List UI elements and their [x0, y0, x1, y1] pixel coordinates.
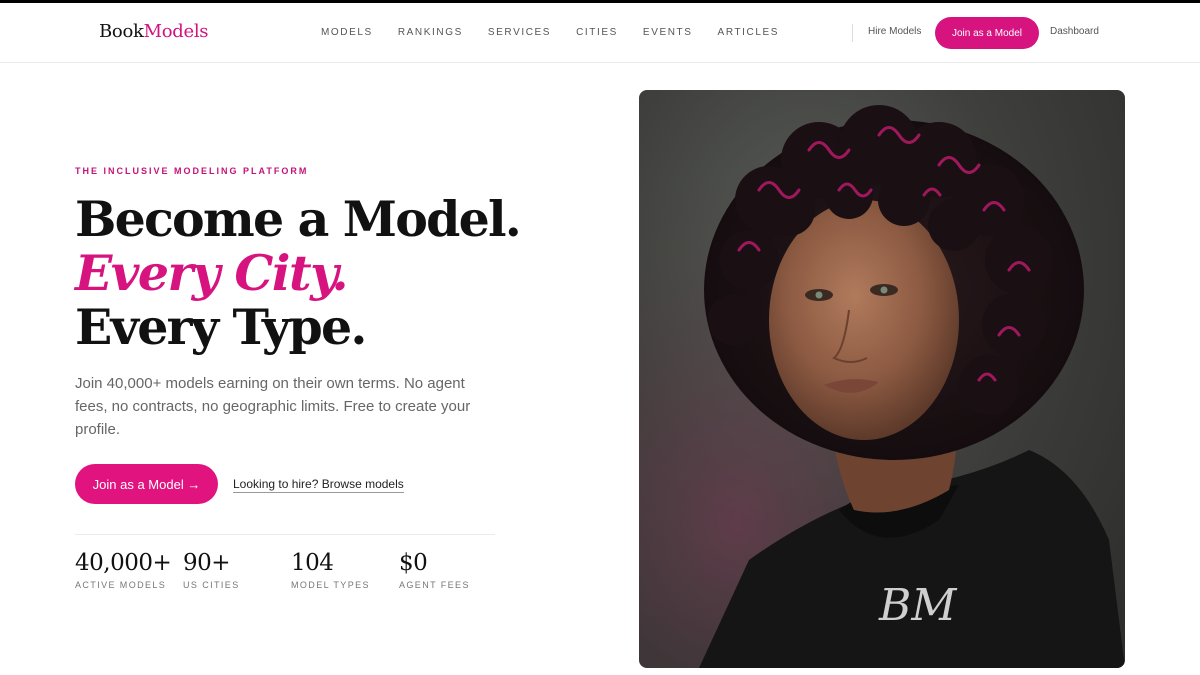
- stat-value: 104: [291, 550, 334, 576]
- join-as-model-button[interactable]: Join as a Model →: [75, 464, 218, 504]
- brand-name-part2: Models: [143, 21, 209, 42]
- stat-active-models: 40,000+ ACTIVE MODELS: [75, 550, 172, 590]
- hire-models-link[interactable]: Hire Models: [868, 26, 921, 37]
- stats-divider: [75, 534, 495, 535]
- stat-value: 40,000+: [75, 550, 172, 576]
- hero-model-photo: BM: [639, 90, 1125, 668]
- hero-eyebrow: THE INCLUSIVE MODELING PLATFORM: [75, 166, 309, 176]
- hero-description: Join 40,000+ models earning on their own…: [75, 375, 471, 438]
- brand-logo[interactable]: BookModels: [99, 21, 209, 42]
- stat-value: 90+: [183, 550, 231, 576]
- nav-divider: [852, 24, 853, 42]
- main-menu: MODELS RANKINGS SERVICES CITIES EVENTS A…: [321, 27, 804, 38]
- headline-line-2: Every City.: [75, 244, 349, 302]
- headline-line-1: Become a Model.: [75, 190, 522, 248]
- nav-link-cities[interactable]: CITIES: [576, 27, 618, 38]
- nav-link-rankings[interactable]: RANKINGS: [398, 27, 463, 38]
- dashboard-link[interactable]: Dashboard: [1050, 26, 1099, 37]
- brand-name-part1: Book: [99, 21, 144, 42]
- stat-us-cities: 90+ US CITIES: [183, 550, 240, 590]
- stat-label: US CITIES: [183, 580, 240, 590]
- stat-label: MODEL TYPES: [291, 580, 370, 590]
- stat-label: ACTIVE MODELS: [75, 580, 167, 590]
- nav-link-models[interactable]: MODELS: [321, 27, 373, 38]
- hero-headline: Become a Model. Every City. Every Type.: [75, 190, 522, 356]
- shirt-bm-logo: BM: [878, 580, 957, 631]
- headline-line-3: Every Type.: [75, 298, 367, 356]
- stat-model-types: 104 MODEL TYPES: [291, 550, 370, 590]
- browse-models-link[interactable]: Looking to hire? Browse models: [233, 477, 404, 493]
- nav-link-events[interactable]: EVENTS: [643, 27, 693, 38]
- top-navigation: BookModels MODELS RANKINGS SERVICES CITI…: [0, 3, 1200, 63]
- model-portrait-illustration: BM: [639, 90, 1125, 668]
- nav-link-articles[interactable]: ARTICLES: [718, 27, 780, 38]
- stat-label: AGENT FEES: [399, 580, 470, 590]
- stat-value: $0: [399, 550, 428, 576]
- nav-link-services[interactable]: SERVICES: [488, 27, 551, 38]
- join-as-model-nav-button[interactable]: Join as a Model: [935, 17, 1039, 49]
- stat-agent-fees: $0 AGENT FEES: [399, 550, 470, 590]
